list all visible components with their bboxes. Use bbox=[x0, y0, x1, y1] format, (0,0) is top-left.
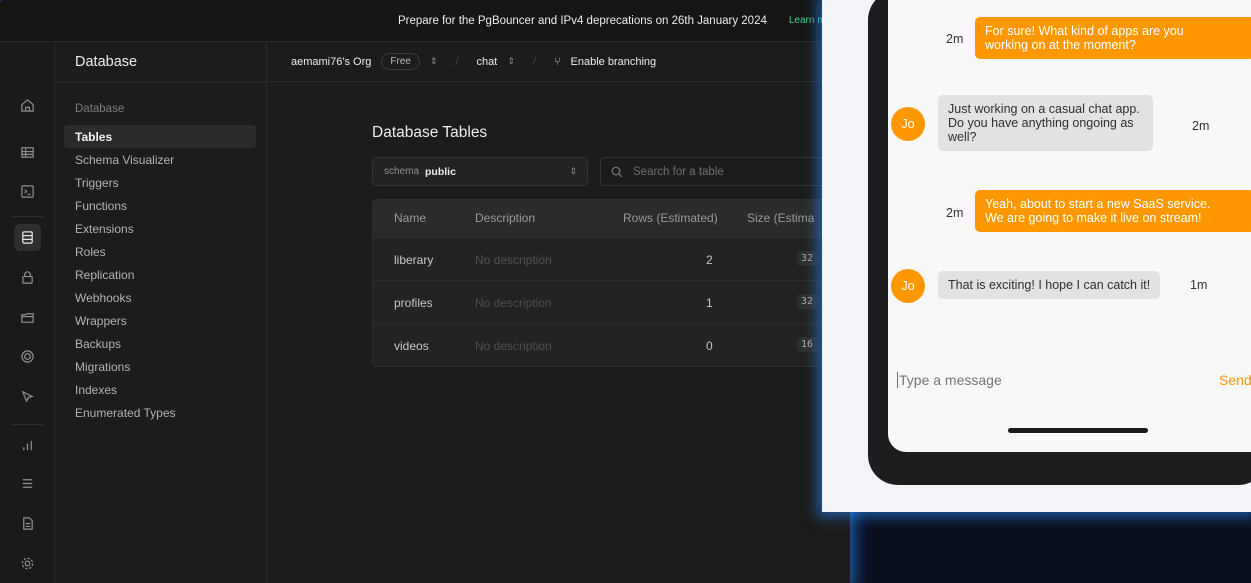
incoming-message-bubble: That is exciting! I hope I can catch it! bbox=[938, 271, 1161, 299]
sidebar-item-replication[interactable]: Replication bbox=[64, 263, 256, 286]
plan-badge: Free bbox=[381, 53, 420, 70]
column-header-name: Name bbox=[394, 211, 427, 225]
message-time: 2m bbox=[946, 206, 964, 220]
supabase-dashboard-window: Prepare for the PgBouncer and IPv4 depre… bbox=[0, 0, 850, 583]
schema-label: schema bbox=[384, 166, 420, 177]
table-row[interactable]: videos No description 0 16 bbox=[373, 323, 850, 366]
table-description: No description bbox=[475, 296, 552, 310]
page-title: Database Tables bbox=[372, 124, 488, 141]
enable-branching-button[interactable]: Enable branching bbox=[571, 56, 657, 68]
reports-icon[interactable] bbox=[14, 432, 41, 459]
sidebar-item-migrations[interactable]: Migrations bbox=[64, 355, 256, 378]
column-header-rows: Rows (Estimated) bbox=[623, 211, 718, 225]
home-icon[interactable] bbox=[14, 92, 41, 119]
table-name: videos bbox=[394, 339, 429, 353]
sidebar-item-triggers[interactable]: Triggers bbox=[64, 171, 256, 194]
avatar: Jo bbox=[891, 269, 925, 303]
sidebar-item-extensions[interactable]: Extensions bbox=[64, 217, 256, 240]
search-icon bbox=[611, 166, 623, 177]
project-topbar: aemami76's Org Free ⇕ / chat ⇕ / ⑂ Enabl… bbox=[267, 42, 850, 82]
api-docs-icon[interactable] bbox=[14, 510, 41, 537]
sidebar-item-webhooks[interactable]: Webhooks bbox=[64, 286, 256, 309]
icon-rail bbox=[0, 42, 55, 583]
sidebar-item-wrappers[interactable]: Wrappers bbox=[64, 309, 256, 332]
table-row[interactable]: liberary No description 2 32 bbox=[373, 237, 850, 280]
auth-lock-icon[interactable] bbox=[14, 264, 41, 291]
home-indicator bbox=[1008, 428, 1148, 433]
table-editor-icon[interactable] bbox=[14, 139, 41, 166]
sidebar-item-schema-visualizer[interactable]: Schema Visualizer bbox=[64, 148, 256, 171]
mobile-chat-window: 2m For sure! What kind of apps are you w… bbox=[822, 0, 1251, 512]
table-size: 16 bbox=[797, 337, 818, 352]
org-name[interactable]: aemami76's Org bbox=[291, 56, 371, 68]
table-size: 32 bbox=[797, 251, 818, 266]
sidebar-item-backups[interactable]: Backups bbox=[64, 332, 256, 355]
avatar: Jo bbox=[891, 107, 925, 141]
edge-functions-icon[interactable] bbox=[14, 383, 41, 410]
table-search-box[interactable]: Search for a table bbox=[600, 157, 850, 186]
search-input[interactable]: Search for a table bbox=[633, 166, 724, 178]
message-time: 1m bbox=[1190, 278, 1208, 292]
sidebar-item-roles[interactable]: Roles bbox=[64, 240, 256, 263]
project-name[interactable]: chat bbox=[477, 56, 498, 68]
table-rows: 0 bbox=[706, 339, 713, 353]
settings-gear-icon[interactable] bbox=[14, 550, 41, 577]
column-header-description: Description bbox=[475, 211, 536, 225]
table-name: profiles bbox=[394, 296, 433, 310]
sql-editor-icon[interactable] bbox=[14, 178, 41, 205]
table-name: liberary bbox=[394, 253, 434, 267]
sidebar-title: Database bbox=[75, 54, 138, 70]
deprecation-banner: Prepare for the PgBouncer and IPv4 depre… bbox=[0, 0, 850, 42]
message-time: 2m bbox=[1192, 119, 1210, 133]
outgoing-message-bubble: For sure! What kind of apps are you work… bbox=[975, 17, 1251, 59]
sidebar-item-functions[interactable]: Functions bbox=[64, 194, 256, 217]
schema-value: public bbox=[425, 165, 456, 178]
table-size: 32 bbox=[797, 294, 818, 309]
logs-icon[interactable] bbox=[14, 470, 41, 497]
table-description: No description bbox=[475, 339, 552, 353]
message-input[interactable] bbox=[897, 372, 1167, 388]
sidebar-item-indexes[interactable]: Indexes bbox=[64, 378, 256, 401]
send-button[interactable]: Send bbox=[1219, 372, 1251, 388]
schema-selector[interactable]: schema public ⇕ bbox=[372, 157, 588, 186]
outgoing-message-bubble: Yeah, about to start a new SaaS service.… bbox=[975, 190, 1251, 232]
phone-frame: 2m For sure! What kind of apps are you w… bbox=[868, 0, 1251, 485]
realtime-icon[interactable] bbox=[14, 343, 41, 370]
table-row[interactable]: profiles No description 1 32 bbox=[373, 280, 850, 323]
branch-icon: ⑂ bbox=[553, 55, 561, 68]
sidebar-item-enumerated-types[interactable]: Enumerated Types bbox=[64, 401, 256, 424]
incoming-message-bubble: Just working on a casual chat app. Do yo… bbox=[938, 95, 1153, 151]
database-sidebar: Database Database Tables Schema Visualiz… bbox=[55, 42, 267, 583]
org-switcher-chevron-icon[interactable]: ⇕ bbox=[430, 56, 438, 67]
project-switcher-chevron-icon[interactable]: ⇕ bbox=[507, 56, 515, 67]
banner-message: Prepare for the PgBouncer and IPv4 depre… bbox=[397, 14, 767, 27]
table-header: Name Description Rows (Estimated) Size (… bbox=[373, 200, 850, 237]
chevron-updown-icon: ⇕ bbox=[569, 166, 577, 176]
sidebar-item-tables[interactable]: Tables bbox=[64, 125, 256, 148]
database-tables-table: Name Description Rows (Estimated) Size (… bbox=[372, 199, 850, 367]
table-description: No description bbox=[475, 253, 552, 267]
sidebar-group-label: Database bbox=[75, 103, 125, 115]
chat-screen: 2m For sure! What kind of apps are you w… bbox=[888, 0, 1251, 452]
storage-icon[interactable] bbox=[14, 304, 41, 331]
table-rows: 2 bbox=[706, 253, 713, 267]
database-icon[interactable] bbox=[14, 224, 41, 251]
column-header-size: Size (Estima bbox=[747, 211, 815, 225]
table-rows: 1 bbox=[706, 296, 713, 310]
message-time: 2m bbox=[946, 32, 964, 46]
